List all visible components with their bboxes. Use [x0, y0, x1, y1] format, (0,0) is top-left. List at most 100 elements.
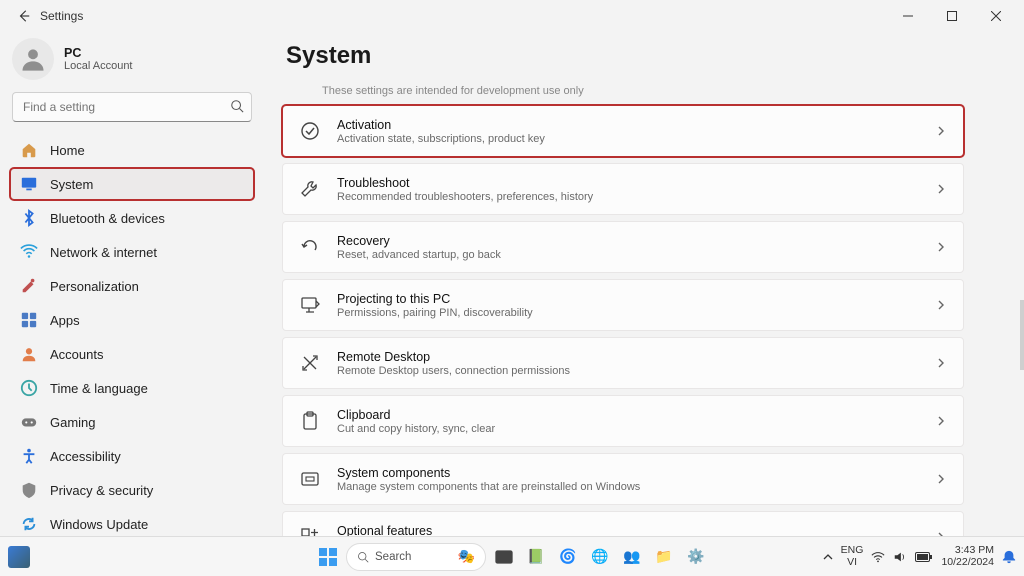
account-block[interactable]: PC Local Account [10, 36, 254, 88]
chevron-right-icon [935, 299, 947, 311]
nav-item-accessibility[interactable]: Accessibility [10, 440, 254, 472]
nav-item-label: Gaming [50, 415, 96, 430]
wrench-icon [299, 178, 321, 200]
minimize-button[interactable] [886, 1, 930, 31]
nav-item-label: Network & internet [50, 245, 157, 260]
card-remote[interactable]: Remote DesktopRemote Desktop users, conn… [282, 337, 964, 389]
minimize-icon [903, 11, 913, 21]
titlebar: Settings [0, 0, 1024, 32]
card-projecting[interactable]: Projecting to this PCPermissions, pairin… [282, 279, 964, 331]
nav-item-time[interactable]: Time & language [10, 372, 254, 404]
nav-item-accounts[interactable]: Accounts [10, 338, 254, 370]
search-box[interactable] [12, 92, 252, 122]
language-indicator[interactable]: ENG VI [841, 545, 864, 568]
bluetooth-icon [20, 209, 38, 227]
card-title: System components [337, 466, 919, 480]
card-title: Clipboard [337, 408, 919, 422]
card-desc: Activation state, subscriptions, product… [337, 133, 919, 145]
tray-overflow[interactable] [823, 552, 833, 562]
card-title: Troubleshoot [337, 176, 919, 190]
apps-icon [20, 311, 38, 329]
maximize-icon [947, 11, 957, 21]
taskbar-app-copilot[interactable]: 🌀 [554, 543, 582, 571]
nav-item-label: System [50, 177, 93, 192]
clock[interactable]: 3:43 PM 10/22/2024 [941, 545, 994, 568]
search-icon [357, 551, 369, 563]
taskbar-app-settings[interactable]: ⚙️ [682, 543, 710, 571]
card-title: Activation [337, 118, 919, 132]
chevron-up-icon [823, 552, 833, 562]
nav-item-system[interactable]: System [10, 168, 254, 200]
chevron-right-icon [935, 357, 947, 369]
maximize-button[interactable] [930, 1, 974, 31]
sidebar: PC Local Account Home System Bluetooth & d… [0, 32, 264, 576]
taskbar: Search 🎭 📗 🌀 🌐 👥 📁 ⚙️ ENG VI 3:43 PM 10/… [0, 536, 1024, 576]
card-troubleshoot[interactable]: TroubleshootRecommended troubleshooters,… [282, 163, 964, 215]
system-tray: ENG VI 3:43 PM 10/22/2024 [823, 545, 1016, 568]
taskbar-app-publisher[interactable]: 📗 [522, 543, 550, 571]
chevron-right-icon [935, 125, 947, 137]
nav-item-apps[interactable]: Apps [10, 304, 254, 336]
card-title: Projecting to this PC [337, 292, 919, 306]
close-button[interactable] [974, 1, 1018, 31]
taskbar-app-explorer[interactable]: 📁 [650, 543, 678, 571]
scrollbar-thumb[interactable] [1020, 300, 1024, 370]
accessibility-icon [20, 447, 38, 465]
components-icon [299, 468, 321, 490]
update-icon [20, 515, 38, 533]
settings-card-list: ActivationActivation state, subscription… [282, 105, 964, 576]
search-input[interactable] [12, 92, 252, 122]
project-icon [299, 294, 321, 316]
nav-item-label: Home [50, 143, 85, 158]
wifi-icon[interactable] [871, 550, 885, 564]
page-heading: System [286, 42, 964, 70]
gaming-icon [20, 413, 38, 431]
windows-icon [318, 547, 338, 567]
nav-item-privacy[interactable]: Privacy & security [10, 474, 254, 506]
nav-item-gaming[interactable]: Gaming [10, 406, 254, 438]
back-button[interactable] [16, 8, 32, 24]
card-components[interactable]: System componentsManage system component… [282, 453, 964, 505]
taskbar-search-label: Search [375, 551, 411, 563]
nav-item-network[interactable]: Network & internet [10, 236, 254, 268]
system-icon [20, 175, 38, 193]
card-clipboard[interactable]: ClipboardCut and copy history, sync, cle… [282, 395, 964, 447]
task-view-button[interactable] [490, 543, 518, 571]
nav-item-label: Personalization [50, 279, 139, 294]
start-button[interactable] [314, 543, 342, 571]
taskbar-search[interactable]: Search 🎭 [346, 543, 486, 571]
avatar [12, 38, 54, 80]
nav-list: Home System Bluetooth & devices Network & i… [10, 134, 254, 540]
window-title: Settings [40, 9, 83, 23]
person-icon [19, 45, 47, 73]
volume-icon[interactable] [893, 550, 907, 564]
nav-item-bluetooth[interactable]: Bluetooth & devices [10, 202, 254, 234]
close-icon [991, 11, 1001, 21]
time-icon [20, 379, 38, 397]
check-circle-icon [299, 120, 321, 142]
chevron-right-icon [935, 473, 947, 485]
nav-item-label: Time & language [50, 381, 148, 396]
home-icon [20, 141, 38, 159]
nav-item-personalization[interactable]: Personalization [10, 270, 254, 302]
card-desc: Manage system components that are preins… [337, 481, 919, 493]
battery-icon[interactable] [915, 551, 933, 563]
card-desc: Reset, advanced startup, go back [337, 249, 919, 261]
card-desc: Permissions, pairing PIN, discoverabilit… [337, 307, 919, 319]
remote-icon [299, 352, 321, 374]
taskbar-app-teams[interactable]: 👥 [618, 543, 646, 571]
nav-item-label: Accounts [50, 347, 103, 362]
personalization-icon [20, 277, 38, 295]
nav-item-label: Accessibility [50, 449, 121, 464]
card-recovery[interactable]: RecoveryReset, advanced startup, go back [282, 221, 964, 273]
notifications-icon[interactable] [1002, 550, 1016, 564]
chevron-right-icon [935, 241, 947, 253]
card-activation[interactable]: ActivationActivation state, subscription… [282, 105, 964, 157]
taskview-icon [495, 548, 513, 566]
nav-item-home[interactable]: Home [10, 134, 254, 166]
chevron-right-icon [935, 415, 947, 427]
widgets-button[interactable] [8, 546, 30, 568]
taskbar-app-edge[interactable]: 🌐 [586, 543, 614, 571]
main-content: System These settings are intended for d… [264, 32, 1024, 576]
search-icon [230, 99, 244, 113]
